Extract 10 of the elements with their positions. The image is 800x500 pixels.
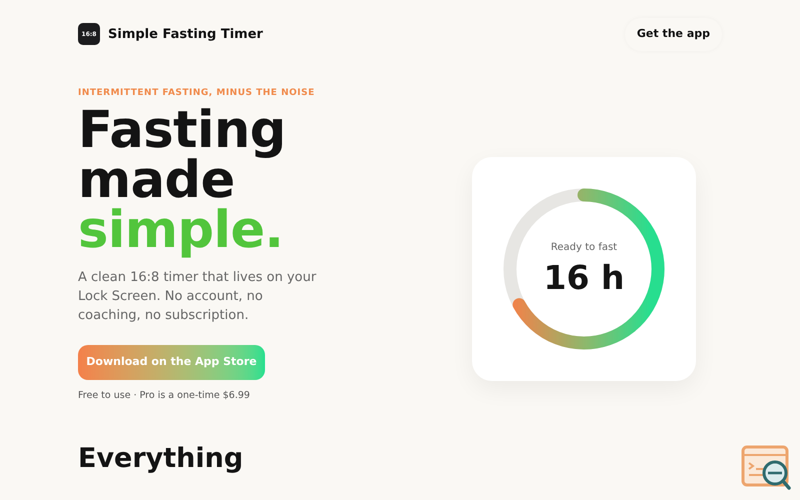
- hero-title: made: [78, 156, 235, 206]
- eyebrow-text: INTERMITTENT FASTING, MINUS THE NOISE: [78, 86, 316, 100]
- get-app-button[interactable]: Get the app: [624, 18, 722, 50]
- section-heading: Everything: [78, 445, 244, 474]
- hero-description: A clean 16:8 timer that lives on your Lock Screen. No account, no coaching, no subscription.: [78, 269, 318, 325]
- hero-title-accent: simple.: [78, 206, 284, 256]
- hero-title: Fasting: [78, 106, 286, 156]
- inspector-icon[interactable]: [741, 445, 791, 491]
- brand-name: Simple Fasting Timer: [108, 26, 263, 44]
- pricing-note: Free to use · Pro is a one-time $6.99: [78, 389, 251, 403]
